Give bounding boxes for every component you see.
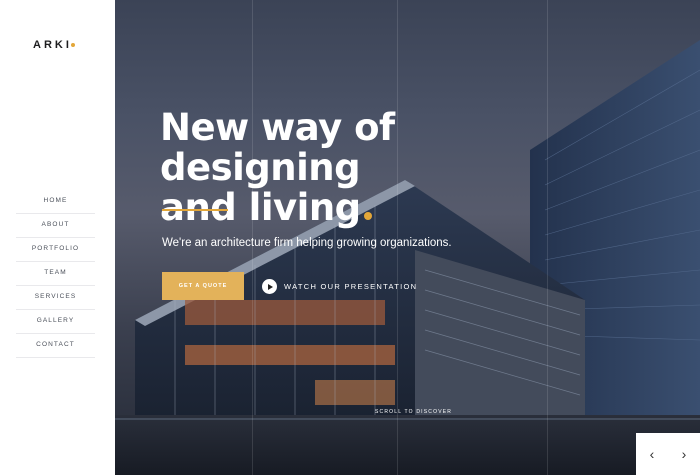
scroll-to-discover[interactable]: SCROLL TO DISCOVER — [375, 409, 452, 415]
logo-text: ARKI — [33, 39, 72, 51]
logo-dot — [70, 43, 75, 48]
sidebar: ARKI HOME ABOUT PORTFOLIO TEAM SERVICES … — [0, 0, 115, 475]
grid-line — [547, 0, 548, 475]
get-quote-button[interactable]: GET A QUOTE — [162, 272, 244, 300]
main-nav: HOME ABOUT PORTFOLIO TEAM SERVICES GALLE… — [16, 190, 95, 358]
hero-title-line2: and living — [160, 186, 361, 229]
nav-item-services[interactable]: SERVICES — [16, 286, 95, 310]
hero-title-line1: New way of designing — [160, 106, 395, 189]
title-dot — [363, 212, 372, 220]
page: ARKI HOME ABOUT PORTFOLIO TEAM SERVICES … — [0, 0, 700, 475]
play-icon — [262, 279, 277, 294]
accent-divider — [162, 209, 228, 211]
slider-nav: ‹ › — [636, 433, 700, 475]
watch-presentation-label: WATCH OUR PRESENTATION — [284, 282, 418, 291]
nav-item-portfolio[interactable]: PORTFOLIO — [16, 238, 95, 262]
nav-item-contact[interactable]: CONTACT — [16, 334, 95, 358]
nav-item-team[interactable]: TEAM — [16, 262, 95, 286]
hero-subtitle: We're an architecture firm helping growi… — [162, 237, 452, 249]
chevron-right-icon[interactable]: › — [668, 433, 700, 475]
nav-item-gallery[interactable]: GALLERY — [16, 310, 95, 334]
chevron-left-icon[interactable]: ‹ — [636, 433, 668, 475]
hero-section: New way of designing and living We're an… — [115, 0, 700, 475]
nav-item-home[interactable]: HOME — [16, 190, 95, 214]
watch-presentation-button[interactable]: WATCH OUR PRESENTATION — [262, 279, 417, 294]
nav-item-about[interactable]: ABOUT — [16, 214, 95, 238]
logo[interactable]: ARKI — [33, 39, 75, 51]
